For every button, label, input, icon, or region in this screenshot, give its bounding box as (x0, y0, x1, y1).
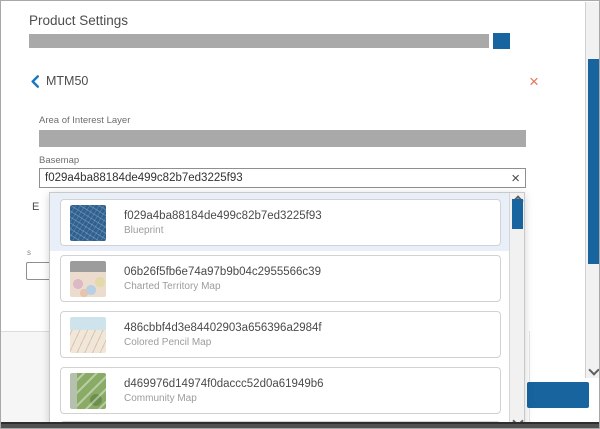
basemap-thumbnail-blueprint (70, 205, 106, 241)
basemap-id: d469976d14974f0daccc52d0a61949b6 (124, 378, 324, 390)
list-item-texts: 06b26f5fb6e74a97b9b04c2955566c39 Charted… (124, 266, 321, 292)
window-bottom-edge (1, 422, 600, 429)
basemap-name: Charted Territory Map (124, 281, 321, 292)
list-item-colored-pencil[interactable]: 486cbbf4d3e84402903a656396a2984f Colored… (60, 311, 501, 358)
dropdown-scrollbar[interactable] (509, 193, 524, 429)
basemap-id: f029a4ba88184de499c82b7ed3225f93 (124, 210, 322, 222)
close-icon[interactable]: × (529, 73, 539, 90)
aoi-layer-input-masked[interactable] (39, 130, 526, 147)
basemap-thumbnail-community (70, 373, 106, 409)
product-name-label: MTM50 (46, 74, 88, 88)
basemap-name: Community Map (124, 393, 324, 404)
dropdown-scrollbar-thumb[interactable] (512, 199, 523, 229)
basemap-thumbnail-charted-territory (70, 261, 106, 297)
basemap-combobox[interactable]: f029a4ba88184de499c82b7ed3225f93 × (39, 168, 526, 188)
scroll-down-icon[interactable] (588, 364, 599, 375)
basemap-id: 06b26f5fb6e74a97b9b04c2955566c39 (124, 266, 321, 278)
list-item-charted-territory[interactable]: 06b26f5fb6e74a97b9b04c2955566c39 Charted… (60, 255, 501, 302)
basemap-label: Basemap (39, 155, 79, 166)
list-item-texts: f029a4ba88184de499c82b7ed3225f93 Bluepri… (124, 210, 322, 236)
product-settings-window: Product Settings MTM50 × Area of Interes… (0, 0, 600, 429)
basemap-input-value[interactable]: f029a4ba88184de499c82b7ed3225f93 (45, 172, 511, 184)
obscured-label-fragment-1: E (32, 201, 39, 213)
obscured-label-fragment-2: s (27, 248, 31, 257)
basemap-name: Colored Pencil Map (124, 337, 322, 348)
basemap-thumbnail-colored-pencil (70, 317, 106, 353)
basemap-name: Blueprint (124, 225, 322, 236)
list-item-community[interactable]: d469976d14974f0daccc52d0a61949b6 Communi… (60, 367, 501, 414)
list-item-texts: 486cbbf4d3e84402903a656396a2984f Colored… (124, 322, 322, 348)
page-background-left (1, 331, 49, 429)
accent-square-button[interactable] (493, 33, 510, 49)
clear-input-icon[interactable]: × (511, 171, 520, 186)
list-item-texts: d469976d14974f0daccc52d0a61949b6 Communi… (124, 378, 324, 404)
page-title: Product Settings (29, 13, 128, 28)
primary-action-button[interactable] (527, 382, 589, 408)
basemap-dropdown-list: f029a4ba88184de499c82b7ed3225f93 Bluepri… (49, 192, 525, 429)
chevron-left-icon (30, 75, 40, 88)
back-button[interactable]: MTM50 (30, 74, 88, 88)
basemap-id: 486cbbf4d3e84402903a656396a2984f (124, 322, 322, 334)
list-item-blueprint[interactable]: f029a4ba88184de499c82b7ed3225f93 Bluepri… (60, 199, 501, 246)
aoi-layer-label: Area of Interest Layer (39, 115, 130, 126)
masked-title-bar (29, 34, 489, 48)
page-scrollbar-thumb[interactable] (588, 59, 600, 264)
dropdown-row-selected[interactable]: f029a4ba88184de499c82b7ed3225f93 Bluepri… (50, 193, 509, 251)
page-scrollbar[interactable] (585, 2, 600, 378)
